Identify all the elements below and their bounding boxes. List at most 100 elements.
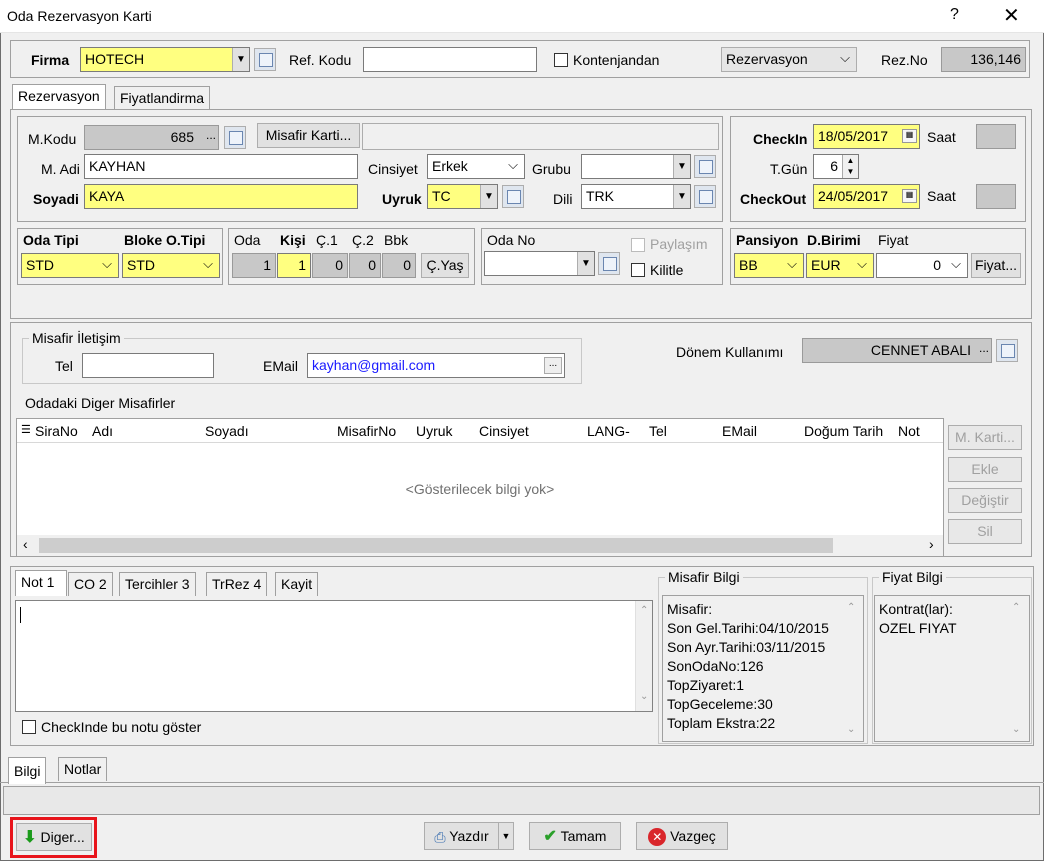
fiyat-select[interactable]: 0 ⌵: [876, 253, 968, 278]
c1-count[interactable]: 0: [312, 253, 348, 278]
checkin-saat-field[interactable]: [976, 124, 1016, 149]
uyruk-select[interactable]: TC ▼: [427, 184, 498, 209]
tamam-button[interactable]: ✔ Tamam: [529, 822, 621, 850]
grubu-select[interactable]: ▼: [581, 154, 691, 179]
firma-select[interactable]: HOTECH ▼: [80, 47, 250, 72]
grid-menu-icon[interactable]: ☰: [21, 423, 31, 436]
checkout-label: CheckOut: [740, 191, 807, 207]
calendar-icon[interactable]: ▦: [902, 129, 917, 143]
col-dogum-tarihi[interactable]: Doğum Tarih: [804, 423, 894, 439]
tab-trrez4[interactable]: TrRez 4: [206, 572, 268, 596]
others-grid[interactable]: ☰ SiraNo Adı Soyadı MisafirNo Uyruk Cins…: [16, 418, 944, 557]
dbirimi-select[interactable]: EUR ⌵: [806, 253, 874, 278]
scroll-right-icon[interactable]: ›: [929, 536, 934, 552]
checkout-saat-field[interactable]: [976, 184, 1016, 209]
diger-button[interactable]: ⬇ Diger...: [16, 823, 92, 851]
dili-select[interactable]: TRK ▼: [581, 184, 691, 209]
ellipsis-icon[interactable]: ...: [206, 128, 216, 142]
scroll-up-icon[interactable]: ⌃: [1012, 598, 1020, 617]
vazgec-button[interactable]: ✕ Vazgeç: [636, 822, 728, 850]
checkout-date-input[interactable]: 24/05/2017 ▦: [813, 184, 920, 209]
col-cinsiyet[interactable]: Cinsiyet: [479, 423, 529, 439]
rezno-field: 136,146: [941, 47, 1026, 72]
yazdir-button[interactable]: ⎙ Yazdır: [424, 822, 499, 850]
scroll-left-icon[interactable]: ‹: [23, 536, 28, 552]
bloke-select[interactable]: STD ⌵: [122, 253, 220, 278]
col-adi[interactable]: Adı: [92, 423, 113, 439]
col-uyruk[interactable]: Uyruk: [416, 423, 453, 439]
col-lang[interactable]: LANG-: [587, 423, 630, 439]
col-not[interactable]: Not: [898, 423, 920, 439]
scroll-down-icon[interactable]: ⌄: [640, 691, 648, 702]
tel-input[interactable]: [82, 353, 214, 378]
dili-label: Dili: [553, 191, 573, 207]
tab-kayit[interactable]: Kayit: [275, 572, 319, 596]
grubu-lookup-icon[interactable]: [694, 155, 716, 178]
tab-co2[interactable]: CO 2: [68, 572, 113, 596]
tgun-spinner[interactable]: 6 ▲ ▼: [813, 154, 859, 179]
scroll-up-icon[interactable]: ⌃: [847, 598, 855, 617]
fiyat-button[interactable]: Fiyat...: [971, 253, 1021, 278]
cyas-button[interactable]: Ç.Yaş: [421, 253, 469, 278]
tab-bilgi[interactable]: Bilgi: [8, 757, 47, 784]
help-button[interactable]: ?: [950, 6, 959, 24]
col-sirano[interactable]: SiraNo: [35, 423, 78, 439]
bbk-count[interactable]: 0: [382, 253, 416, 278]
paylasim-checkbox[interactable]: [631, 238, 645, 252]
col-soyadi[interactable]: Soyadı: [205, 423, 249, 439]
misafir-karti-button[interactable]: Misafir Karti...: [257, 123, 360, 148]
note-textarea[interactable]: ⌃ ⌄: [15, 600, 653, 712]
sil-button[interactable]: Sil: [948, 519, 1022, 544]
show-checkin-checkbox[interactable]: [22, 720, 36, 734]
spinner-arrows-icon[interactable]: ▲ ▼: [842, 155, 858, 178]
scroll-down-icon[interactable]: ⌄: [847, 720, 855, 739]
mkodu-field[interactable]: 685 ...: [84, 125, 219, 150]
reservation-type-select[interactable]: Rezervasyon ⌵: [721, 47, 857, 72]
col-email[interactable]: EMail: [722, 423, 757, 439]
ref-kodu-input[interactable]: [363, 47, 537, 72]
cinsiyet-select[interactable]: Erkek ⌵: [427, 154, 525, 179]
uyruk-lookup-icon[interactable]: [502, 185, 524, 208]
ellipsis-icon[interactable]: ...: [544, 357, 562, 374]
col-misafirno[interactable]: MisafirNo: [337, 423, 396, 439]
dili-lookup-icon[interactable]: [694, 185, 716, 208]
checkin-date-input[interactable]: 18/05/2017 ▦: [813, 124, 920, 149]
madi-input[interactable]: KAYHAN: [84, 154, 358, 179]
mkarti-button[interactable]: M. Karti...: [948, 425, 1022, 450]
yazdir-dropdown-button[interactable]: ▼: [498, 822, 514, 850]
scrollbar-thumb[interactable]: [39, 538, 833, 553]
pansiyon-select[interactable]: BB ⌵: [734, 253, 804, 278]
firma-lookup-icon[interactable]: [254, 48, 276, 71]
email-input[interactable]: kayhan@gmail.com ...: [307, 353, 565, 378]
kilitle-checkbox[interactable]: [631, 263, 645, 277]
c2-count[interactable]: 0: [349, 253, 381, 278]
scroll-up-icon[interactable]: ⌃: [640, 605, 648, 616]
tab-fiyatlandirma[interactable]: Fiyatlandirma: [114, 86, 211, 110]
kontenjandan-checkbox[interactable]: [554, 53, 568, 67]
odano-select[interactable]: ▼: [484, 251, 595, 276]
calendar-icon[interactable]: ▦: [902, 189, 917, 203]
horizontal-scrollbar[interactable]: ‹ ›: [17, 535, 943, 556]
odano-lookup-icon[interactable]: [598, 252, 620, 275]
degistir-button[interactable]: Değiştir: [948, 488, 1022, 513]
tab-tercihler3[interactable]: Tercihler 3: [119, 572, 196, 596]
oda-count[interactable]: 1: [232, 253, 276, 278]
kisi-count[interactable]: 1: [277, 253, 311, 278]
ellipsis-icon[interactable]: ...: [979, 341, 989, 355]
tab-not1[interactable]: Not 1: [15, 570, 67, 596]
soyadi-input[interactable]: KAYA: [84, 184, 358, 209]
ekle-button[interactable]: Ekle: [948, 457, 1022, 482]
chevron-down-icon: ⌵: [787, 256, 797, 271]
tab-trrez4-label: TrRez 4: [212, 576, 262, 592]
donem-field[interactable]: CENNET ABALI ...: [802, 338, 992, 363]
scroll-down-icon[interactable]: ⌄: [1012, 720, 1020, 739]
col-tel[interactable]: Tel: [649, 423, 667, 439]
mkodu-lookup-icon[interactable]: [224, 126, 246, 149]
donem-lookup-icon[interactable]: [996, 339, 1018, 362]
tab-notlar[interactable]: Notlar: [58, 757, 108, 781]
odatipi-select[interactable]: STD ⌵: [21, 253, 119, 278]
close-button[interactable]: ✕: [1003, 3, 1020, 28]
vertical-scrollbar[interactable]: ⌃ ⌄: [635, 601, 652, 711]
checkmark-icon: ✔: [543, 828, 557, 846]
tab-rezervasyon[interactable]: Rezervasyon: [12, 84, 106, 110]
